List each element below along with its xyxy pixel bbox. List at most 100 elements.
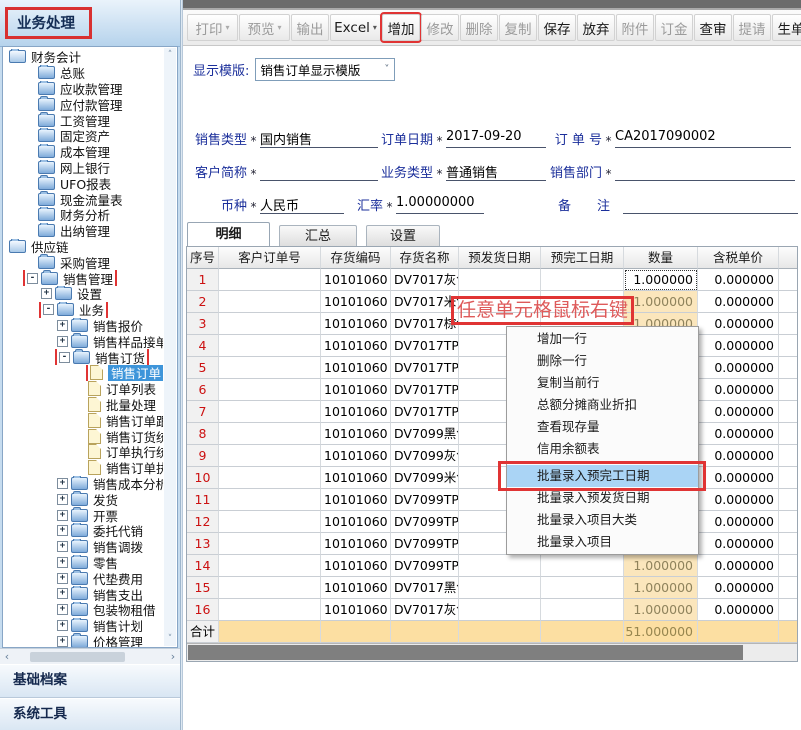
grid-cell[interactable]: 10101060 (321, 533, 391, 555)
menu-item-delete-row[interactable]: 删除一行 (507, 350, 698, 372)
grid-cell[interactable] (541, 555, 624, 577)
grid-cell[interactable] (541, 577, 624, 599)
tree-horizontal-scrollbar[interactable]: ‹ › (0, 648, 180, 665)
tree-item[interactable]: 网上银行 (4, 160, 163, 176)
grid-cell[interactable] (219, 577, 321, 599)
tree-item[interactable]: 工资管理 (4, 112, 163, 128)
tree-item[interactable]: +零售 (4, 555, 163, 571)
grid-cell[interactable]: 0.000000 (698, 511, 779, 533)
grid-cell[interactable] (779, 599, 797, 621)
grid-cell[interactable]: 6 (187, 379, 219, 401)
toolbar-button-review[interactable]: 查审 (694, 14, 732, 41)
grid-cell[interactable] (459, 577, 541, 599)
tree-item[interactable]: +开票 (4, 507, 163, 523)
tree-item[interactable]: -业务 (4, 302, 163, 318)
menu-item-batch-pre-finish-date[interactable]: 批量录入预完工日期 (507, 465, 698, 487)
form-field-value[interactable]: 1.00000000 (396, 195, 484, 214)
tree-item[interactable]: +销售支出 (4, 586, 163, 602)
grid-cell[interactable]: DV7017TP棕 (391, 401, 459, 423)
scroll-up-icon[interactable]: ˄ (164, 50, 176, 60)
grid-cell[interactable]: 0.000000 (698, 335, 779, 357)
grid-cell[interactable] (219, 423, 321, 445)
grid-cell[interactable] (219, 599, 321, 621)
tree-vertical-scrollbar[interactable]: ˄ ˅ (164, 48, 176, 646)
tree-item[interactable]: 销售订单执 (4, 460, 163, 476)
form-field-value[interactable]: 2017-09-20 (446, 129, 546, 148)
grid-cell[interactable] (219, 357, 321, 379)
dropdown-arrow-icon[interactable]: ▾ (277, 23, 281, 32)
sidebar-panel-base-archive[interactable]: 基础档案 (0, 664, 180, 698)
scroll-right-icon[interactable]: › (166, 650, 180, 664)
tree-item[interactable]: +包装物租借 (4, 602, 163, 618)
grid-cell[interactable]: 10101060 (321, 357, 391, 379)
grid-cell[interactable] (219, 379, 321, 401)
toolbar-button-attachment[interactable]: 附件 (616, 14, 654, 41)
toolbar-button-add[interactable]: 增加 (382, 14, 420, 41)
grid-cell[interactable]: 8 (187, 423, 219, 445)
grid-cell[interactable]: 10101060 (321, 401, 391, 423)
tab-settings[interactable]: 设置 (366, 225, 440, 246)
grid-cell[interactable]: 10101060 (321, 313, 391, 335)
menu-item-copy-current-row[interactable]: 复制当前行 (507, 372, 698, 394)
grid-cell[interactable] (779, 357, 797, 379)
grid-cell[interactable]: DV7017黑色 (391, 577, 459, 599)
grid-cell[interactable] (779, 489, 797, 511)
tree-item[interactable]: 现金流量表 (4, 191, 163, 207)
grid-cell[interactable]: 1.000000 (624, 555, 698, 577)
scrollbar-thumb[interactable] (188, 645, 743, 660)
grid-cell[interactable]: DV7017TP米 (391, 379, 459, 401)
grid-cell[interactable]: DV7099TP米 (391, 533, 459, 555)
grid-cell[interactable]: 2 (187, 291, 219, 313)
grid-cell[interactable]: 5 (187, 357, 219, 379)
tree-expander-plus-icon[interactable]: + (57, 573, 68, 584)
grid-cell[interactable] (219, 401, 321, 423)
grid-cell[interactable] (779, 445, 797, 467)
grid-cell[interactable] (779, 401, 797, 423)
tab-summary[interactable]: 汇总 (279, 225, 357, 246)
tree-item[interactable]: +委托代销 (4, 523, 163, 539)
tree-expander-minus-icon[interactable]: - (59, 352, 70, 363)
grid-cell[interactable] (779, 379, 797, 401)
tree-expander-plus-icon[interactable]: + (57, 588, 68, 599)
grid-cell[interactable]: 10101060 (321, 555, 391, 577)
form-field-value[interactable] (260, 162, 378, 181)
grid-cell[interactable]: 4 (187, 335, 219, 357)
grid-cell[interactable]: 14 (187, 555, 219, 577)
tree-expander-minus-icon[interactable]: - (43, 304, 54, 315)
grid-cell[interactable] (219, 467, 321, 489)
grid-cell[interactable]: 0.000000 (698, 555, 779, 577)
grid-cell[interactable]: 11 (187, 489, 219, 511)
grid-cell[interactable]: 10101060 (321, 511, 391, 533)
grid-cell[interactable] (541, 599, 624, 621)
grid-cell[interactable]: DV7017米色 (391, 291, 459, 313)
tree-item[interactable]: 销售订货统 (4, 428, 163, 444)
grid-cell[interactable]: DV7017灰色 (391, 599, 459, 621)
toolbar-button-copy[interactable]: 复制 (499, 14, 537, 41)
grid-cell[interactable] (219, 511, 321, 533)
grid-cell[interactable] (779, 335, 797, 357)
grid-cell[interactable]: DV7017棕色 (391, 313, 459, 335)
grid-cell[interactable] (219, 445, 321, 467)
grid-cell[interactable]: 15 (187, 577, 219, 599)
grid-cell[interactable]: 16 (187, 599, 219, 621)
grid-cell[interactable] (541, 269, 624, 291)
grid-cell[interactable] (779, 269, 797, 291)
toolbar-button-submit[interactable]: 提请 (733, 14, 771, 41)
tree-item[interactable]: +代垫费用 (4, 570, 163, 586)
form-field-value[interactable]: 普通销售 (446, 162, 546, 181)
grid-cell[interactable]: 0.000000 (698, 533, 779, 555)
grid-cell[interactable]: 1.000000 (624, 269, 698, 291)
grid-cell[interactable]: 0.000000 (698, 379, 779, 401)
toolbar-button-print[interactable]: 打印▾ (187, 14, 238, 41)
grid-cell[interactable]: 1.000000 (624, 599, 698, 621)
toolbar-button-generate[interactable]: 生单 (772, 14, 801, 41)
tree-item[interactable]: 成本管理 (4, 144, 163, 160)
grid-cell[interactable]: DV7099灰色 (391, 445, 459, 467)
tree-expander-plus-icon[interactable]: + (57, 320, 68, 331)
tab-detail[interactable]: 明细 (187, 222, 270, 246)
tree-item[interactable]: +销售调拨 (4, 539, 163, 555)
menu-item-batch-project[interactable]: 批量录入项目 (507, 531, 698, 553)
tree-expander-plus-icon[interactable]: + (57, 541, 68, 552)
tree-item[interactable]: +销售样品接单 (4, 333, 163, 349)
grid-cell[interactable] (779, 467, 797, 489)
